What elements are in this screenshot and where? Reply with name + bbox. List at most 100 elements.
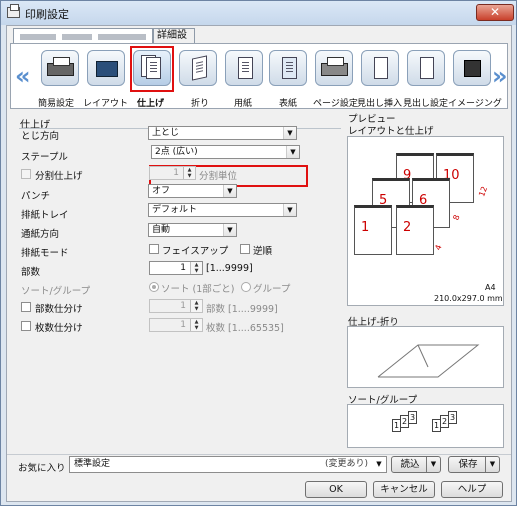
ribbon-item-imaging[interactable] xyxy=(453,50,491,86)
title-bar: 印刷設定 ✕ xyxy=(1,1,516,25)
binding-dropdown[interactable]: 上とじ ▼ xyxy=(148,126,297,140)
tab-detail-settings[interactable]: 詳細設定 xyxy=(153,28,195,55)
split-label: 分割仕上げ xyxy=(35,171,83,182)
ribbon-next-button[interactable]: » xyxy=(492,64,508,88)
group-radio-label: グループ xyxy=(253,284,291,295)
imaging-icon xyxy=(464,60,481,77)
face-up-checkbox[interactable] xyxy=(149,244,159,254)
output-tray-dropdown[interactable]: デフォルト ▼ xyxy=(148,203,297,217)
ribbon-prev-button[interactable]: « xyxy=(15,64,31,88)
dialog-body: 詳細設定 « » xyxy=(6,25,512,502)
ribbon-item-tab-setting[interactable] xyxy=(407,50,445,86)
side-page-number: 4 xyxy=(433,243,444,252)
sheet-split-unit: 枚数 [1....65535] xyxy=(206,323,284,334)
reverse-order-label: 逆順 xyxy=(253,246,273,257)
ribbon-label: 簡易設定 xyxy=(38,99,75,109)
ribbon-label: イメージング xyxy=(448,99,502,109)
paper-size: A4 xyxy=(485,283,496,292)
copies-label: 部数 xyxy=(21,267,41,278)
ribbon-label: 仕上げ xyxy=(137,99,165,109)
copy-split-stepper[interactable]: 1 ▲ ▼ xyxy=(149,299,203,313)
window-title: 印刷設定 xyxy=(25,8,69,21)
sort-preview: 1 2 3 1 2 3 xyxy=(347,404,504,448)
feed-direction-label: 通紙方向 xyxy=(21,229,60,240)
copy-split-checkbox[interactable] xyxy=(21,302,31,312)
sort-radio[interactable] xyxy=(149,282,159,292)
sheet-split-checkbox[interactable] xyxy=(21,321,31,331)
favorites-dropdown[interactable]: 標準設定 (変更あり) ▼ xyxy=(69,456,387,473)
copy-split-label: 部数仕分け xyxy=(35,304,83,315)
copy-split-unit: 部数 [1....9999] xyxy=(206,304,278,315)
ribbon-item-paper[interactable] xyxy=(225,50,263,86)
chevron-down-icon: ▼ xyxy=(223,185,236,197)
ok-button[interactable]: OK xyxy=(305,481,367,498)
changed-status: (変更あり) xyxy=(324,459,368,469)
copies-range: [1...9999] xyxy=(206,263,253,274)
favorites-label: お気に入り xyxy=(18,463,66,474)
preview-sheet: 2 xyxy=(396,205,434,255)
chevron-down-icon: ▼ xyxy=(286,146,299,158)
ribbon-item-tab-insert[interactable] xyxy=(361,50,399,86)
ribbon-item-finishing[interactable] xyxy=(133,50,171,86)
face-up-label: フェイスアップ xyxy=(162,246,229,257)
print-settings-window: 印刷設定 ✕ 詳細設定 « » xyxy=(0,0,517,506)
tab-blurred[interactable] xyxy=(13,28,153,44)
side-page-number: 12 xyxy=(477,185,490,198)
split-unit-label: 分割単位 xyxy=(199,171,238,182)
cancel-button[interactable]: キャンセル xyxy=(373,481,435,498)
ribbon-label: レイアウト xyxy=(83,99,129,109)
group-radio[interactable] xyxy=(241,282,251,292)
function-ribbon: « » 簡易設定 レイアウト 仕上げ 折り 用紙 表紙 ページ設定 見出し挿入 … xyxy=(10,43,508,109)
reverse-order-checkbox[interactable] xyxy=(240,244,250,254)
side-page-number: 8 xyxy=(451,213,462,222)
stepper-arrows-icon: ▲ ▼ xyxy=(183,167,195,179)
ribbon-item-quick-setup[interactable] xyxy=(41,50,79,86)
load-button[interactable]: 読込 ▼ xyxy=(391,456,441,473)
output-mode-label: 排紙モード xyxy=(21,248,69,259)
cover-icon xyxy=(282,57,297,79)
tab-setting-icon xyxy=(420,57,434,79)
sort-radio-label: ソート (1部ごと) xyxy=(161,284,235,295)
printer-icon xyxy=(7,4,20,18)
output-tray-label: 排紙トレイ xyxy=(21,210,69,221)
sort-set-page: 3 xyxy=(448,411,458,424)
tab-insert-icon xyxy=(374,57,388,79)
split-stepper[interactable]: 1 ▲ ▼ xyxy=(149,166,196,180)
chevron-down-icon: ▼ xyxy=(426,457,440,472)
punch-dropdown[interactable]: オフ ▼ xyxy=(148,184,237,198)
sort-group-label: ソート/グループ xyxy=(21,286,91,297)
ribbon-label: 表紙 xyxy=(279,99,298,109)
fold-icon xyxy=(192,55,207,81)
ribbon-item-layout[interactable] xyxy=(87,50,125,86)
chevron-down-icon: ▼ xyxy=(485,457,499,472)
layout-preview: 9 10 5 6 1 2 12 8 4 A4 210.0x297.0 mm xyxy=(347,136,504,306)
chevron-down-icon: ▼ xyxy=(223,224,236,236)
stepper-arrows-icon: ▲ ▼ xyxy=(190,300,202,312)
ribbon-label: ページ設定 xyxy=(313,99,358,109)
paper-icon xyxy=(238,57,253,79)
quick-setup-icon xyxy=(47,57,74,76)
ribbon-item-page-setting[interactable] xyxy=(315,50,353,86)
help-button[interactable]: ヘルプ xyxy=(441,481,503,498)
punch-label: パンチ xyxy=(21,191,50,202)
page-setting-icon xyxy=(321,57,348,76)
footer-divider xyxy=(7,454,511,455)
copies-stepper[interactable]: 1 ▲ ▼ xyxy=(149,261,203,275)
preview-sheet: 1 xyxy=(354,205,392,255)
close-button[interactable]: ✕ xyxy=(476,4,514,21)
ribbon-label: 見出し設定 xyxy=(403,99,449,109)
save-button[interactable]: 保存 ▼ xyxy=(448,456,500,473)
fold-diagram-icon xyxy=(377,344,480,378)
fold-preview xyxy=(347,326,504,388)
ribbon-item-fold[interactable] xyxy=(179,50,217,86)
sort-set-page: 3 xyxy=(408,411,418,424)
ribbon-item-cover[interactable] xyxy=(269,50,307,86)
sheet-split-stepper[interactable]: 1 ▲ ▼ xyxy=(149,318,203,332)
feed-direction-dropdown[interactable]: 自動 ▼ xyxy=(148,223,237,237)
stepper-arrows-icon: ▲ ▼ xyxy=(190,319,202,331)
split-checkbox[interactable] xyxy=(21,169,31,179)
layout-icon xyxy=(96,61,118,77)
stepper-arrows-icon: ▲ ▼ xyxy=(190,262,202,274)
staple-dropdown[interactable]: 2点 (広い) ▼ xyxy=(151,145,300,159)
chevron-down-icon: ▼ xyxy=(283,127,296,139)
